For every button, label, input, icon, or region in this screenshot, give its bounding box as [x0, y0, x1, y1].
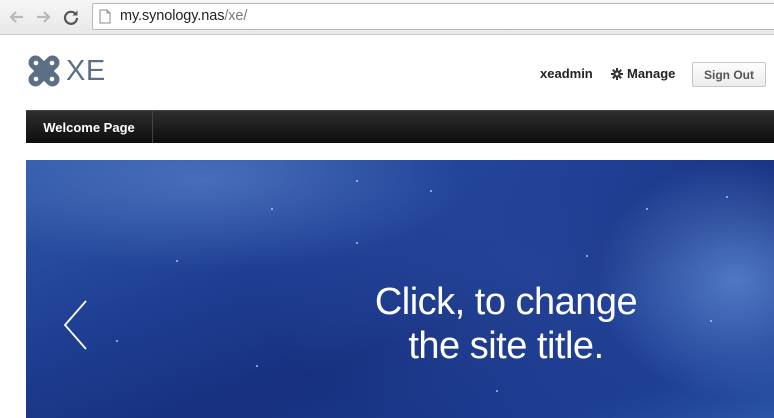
star-decoration — [176, 260, 178, 262]
manage-label: Manage — [627, 66, 676, 81]
manage-link[interactable]: Manage — [611, 66, 675, 81]
star-decoration — [586, 255, 588, 257]
star-decoration — [430, 190, 432, 192]
site-title[interactable]: Click, to change the site title. — [326, 280, 686, 368]
gear-icon — [611, 67, 623, 80]
url-text[interactable]: my.synology.nas/xe/ — [120, 8, 247, 24]
sign-out-button[interactable]: Sign Out — [692, 62, 766, 87]
chevron-left-icon[interactable] — [62, 299, 88, 351]
user-name-link[interactable]: xeadmin — [540, 66, 593, 81]
star-decoration — [271, 208, 273, 210]
star-decoration — [710, 320, 712, 322]
xe-logo-icon — [28, 55, 60, 87]
star-decoration — [726, 196, 728, 198]
page-icon — [99, 9, 111, 24]
browser-toolbar: my.synology.nas/xe/ — [0, 0, 774, 35]
address-bar[interactable]: my.synology.nas/xe/ — [92, 3, 774, 30]
star-decoration — [496, 390, 498, 392]
star-decoration — [116, 340, 118, 342]
hero-banner: Click, to change the site title. — [26, 160, 774, 418]
site-logo[interactable]: XE — [26, 53, 106, 89]
star-decoration — [356, 180, 358, 182]
nav-item-welcome-page[interactable]: Welcome Page — [26, 111, 153, 143]
url-path: /xe/ — [224, 8, 248, 24]
main-nav: Welcome Page — [26, 110, 774, 143]
reload-icon[interactable] — [62, 8, 80, 26]
url-host: my.synology.nas — [120, 8, 225, 24]
logo-text: XE — [66, 54, 106, 87]
star-decoration — [256, 365, 258, 367]
star-decoration — [646, 208, 648, 210]
site-title-line-1: Click, to change — [374, 281, 638, 323]
forward-arrow-icon[interactable] — [34, 8, 52, 26]
star-decoration — [356, 242, 358, 244]
site-title-line-2: the site title. — [408, 325, 604, 367]
back-arrow-icon[interactable] — [8, 8, 26, 26]
